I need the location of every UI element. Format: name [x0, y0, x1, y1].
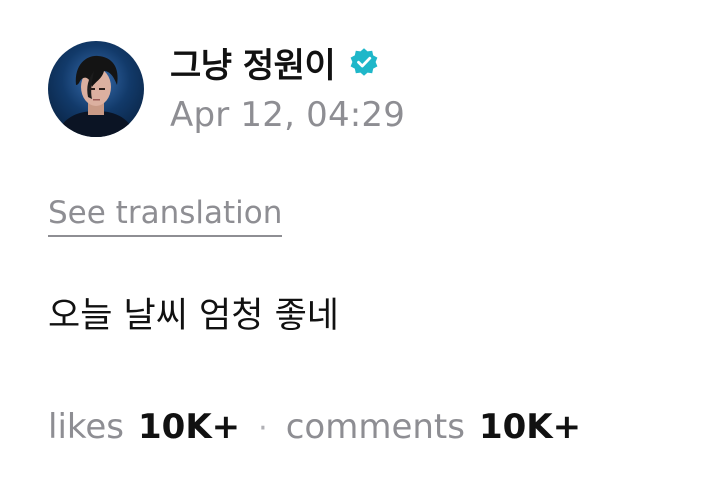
- stats-separator: ·: [258, 411, 268, 446]
- comments-label[interactable]: comments: [286, 405, 465, 449]
- likes-count[interactable]: 10K+: [138, 405, 240, 449]
- post-header: 그냥 정원이 Apr 12, 04:29: [170, 37, 406, 136]
- author-name[interactable]: 그냥 정원이: [170, 38, 336, 87]
- verified-badge-icon: [347, 45, 381, 79]
- likes-label[interactable]: likes: [48, 405, 124, 449]
- comments-count[interactable]: 10K+: [479, 405, 581, 449]
- see-translation-link[interactable]: See translation: [48, 195, 283, 237]
- post-card: 그냥 정원이 Apr 12, 04:29 See translation 오늘 …: [0, 0, 726, 493]
- post-timestamp: Apr 12, 04:29: [170, 95, 406, 135]
- post-stats: likes 10K+ · comments 10K+: [48, 405, 581, 451]
- avatar-portrait-icon: [56, 55, 136, 137]
- author-name-row: 그냥 정원이: [170, 37, 405, 87]
- author-avatar[interactable]: [48, 41, 144, 137]
- post-body-text: 오늘 날씨 엄청 좋네: [48, 296, 339, 336]
